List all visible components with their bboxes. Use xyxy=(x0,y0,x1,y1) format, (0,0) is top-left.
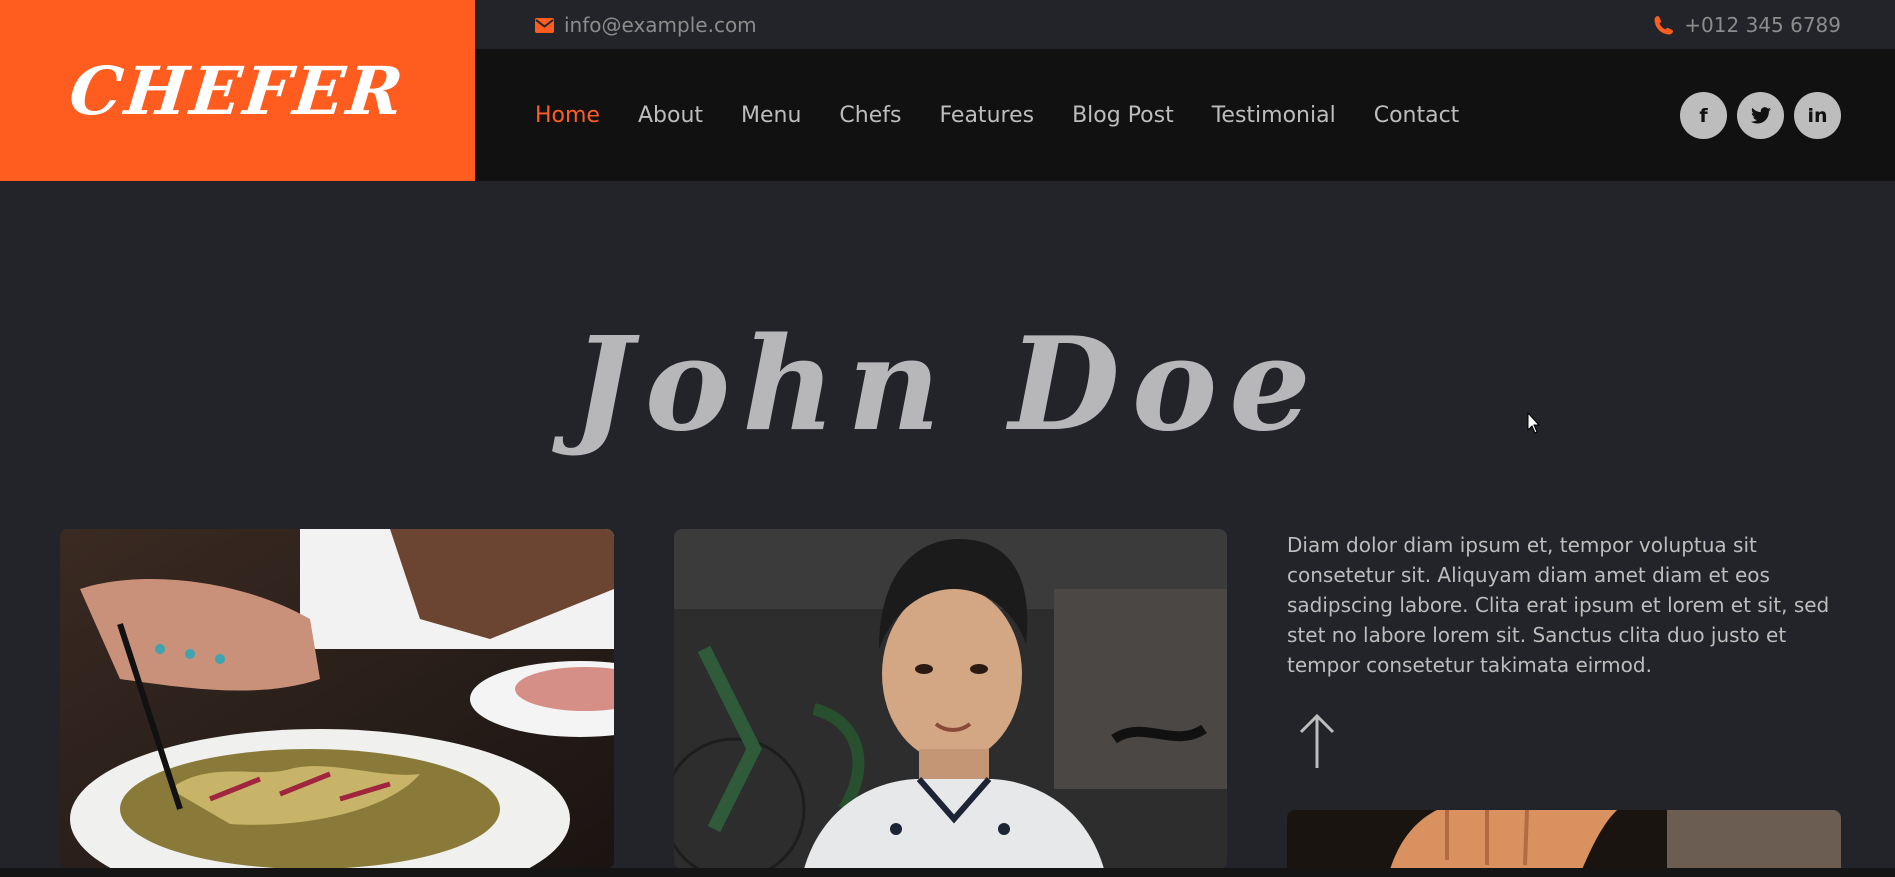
linkedin-icon: in xyxy=(1807,104,1828,127)
contact-phone[interactable]: +012 345 6789 xyxy=(1654,13,1841,37)
linkedin-button[interactable]: in xyxy=(1794,92,1841,139)
brand-name: CHEFER xyxy=(65,51,410,130)
main-navbar: Home About Menu Chefs Features Blog Post… xyxy=(475,49,1895,181)
nav-item-contact[interactable]: Contact xyxy=(1374,103,1460,128)
top-contact-bar: info@example.com +012 345 6789 xyxy=(475,0,1895,49)
contact-phone-text: +012 345 6789 xyxy=(1684,13,1841,37)
nav-item-menu[interactable]: Menu xyxy=(741,103,801,128)
chef-photo xyxy=(674,529,1227,869)
nav-item-about[interactable]: About xyxy=(638,103,703,128)
nav-links: Home About Menu Chefs Features Blog Post… xyxy=(535,49,1459,181)
brand-logo[interactable]: CHEFER xyxy=(0,0,475,181)
page: CHEFER info@example.com +012 345 6789 Ho… xyxy=(0,0,1895,877)
twitter-button[interactable] xyxy=(1737,92,1784,139)
nav-item-blog-post[interactable]: Blog Post xyxy=(1072,103,1174,128)
twitter-icon xyxy=(1750,107,1771,124)
phone-icon xyxy=(1654,16,1674,35)
nav-item-chefs[interactable]: Chefs xyxy=(839,103,901,128)
bio-text: Diam dolor diam ipsum et, tempor voluptu… xyxy=(1287,533,1830,677)
hands-photo xyxy=(1287,810,1841,877)
envelope-icon xyxy=(535,17,554,33)
social-links: f in xyxy=(1680,92,1841,139)
arrow-up-icon[interactable] xyxy=(1297,713,1337,774)
page-title: John Doe xyxy=(572,310,1323,460)
nav-item-testimonial[interactable]: Testimonial xyxy=(1212,103,1336,128)
facebook-icon: f xyxy=(1699,104,1708,127)
food-photo xyxy=(60,529,614,869)
contact-email-text: info@example.com xyxy=(564,13,757,37)
nav-item-features[interactable]: Features xyxy=(939,103,1034,128)
facebook-button[interactable]: f xyxy=(1680,92,1727,139)
mouse-cursor-icon xyxy=(1527,412,1541,434)
contact-email[interactable]: info@example.com xyxy=(535,13,757,37)
bottom-strip xyxy=(0,868,1895,877)
nav-item-home[interactable]: Home xyxy=(535,103,600,128)
